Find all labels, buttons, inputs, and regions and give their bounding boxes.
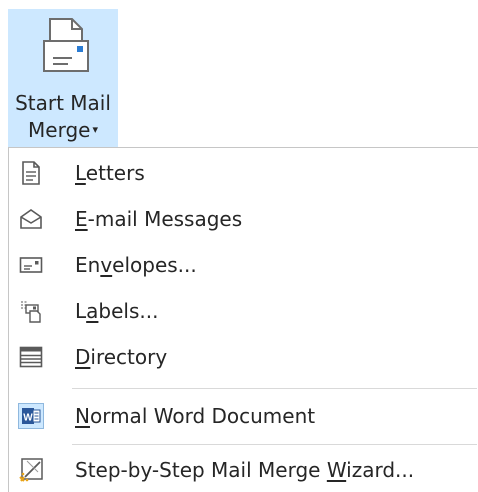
envelopes-icon	[17, 251, 45, 279]
email-messages-icon	[17, 205, 45, 233]
accelerator-key: W	[326, 458, 347, 482]
start-mail-merge-button[interactable]: Start Mail Merge ▾	[8, 9, 118, 147]
menu-item-envelopes[interactable]: Envelopes...	[9, 242, 478, 288]
merge-label: Merge	[28, 118, 91, 142]
accelerator-key: E	[75, 207, 88, 231]
menu-item-label: Envelopes...	[75, 253, 197, 277]
menu-item-normal-word-document[interactable]: W Normal Word Document	[9, 393, 478, 439]
label-text: irectory	[90, 345, 168, 369]
menu-item-label: Normal Word Document	[75, 404, 315, 428]
start-mail-merge-label-line1: Start Mail	[15, 91, 111, 115]
start-mail-merge-label-line2: Merge ▾	[8, 118, 118, 142]
label-text: ormal Word Document	[89, 404, 316, 428]
menu-item-email-messages[interactable]: E-mail Messages	[9, 196, 478, 242]
svg-text:W: W	[23, 413, 33, 424]
start-mail-merge-icon	[38, 15, 94, 85]
label-text: L	[75, 299, 87, 323]
label-text: elopes...	[112, 253, 197, 277]
labels-icon	[17, 297, 45, 325]
chevron-down-icon: ▾	[92, 123, 98, 136]
menu-item-labels[interactable]: Labels...	[9, 288, 478, 334]
menu-item-label: Labels...	[75, 299, 158, 323]
word-document-icon: W	[17, 402, 45, 430]
label-text: -mail Messages	[87, 207, 243, 231]
accelerator-key: N	[75, 404, 90, 428]
accelerator-key: L	[75, 161, 86, 185]
directory-icon	[17, 343, 45, 371]
accelerator-key: D	[75, 345, 91, 369]
menu-item-label: Directory	[75, 345, 167, 369]
letters-icon	[17, 159, 45, 187]
accelerator-key: a	[86, 299, 99, 323]
label-text: En	[75, 253, 101, 277]
start-mail-merge-menu: Letters E-mail Messages Envelopes... Lab…	[8, 147, 478, 492]
menu-item-label: E-mail Messages	[75, 207, 242, 231]
label-text: Step-by-Step Mail Merge	[75, 458, 327, 482]
menu-item-letters[interactable]: Letters	[9, 150, 478, 196]
accelerator-key: v	[100, 253, 113, 277]
menu-item-mail-merge-wizard[interactable]: Step-by-Step Mail Merge Wizard...	[9, 447, 478, 492]
menu-item-label: Letters	[75, 161, 145, 185]
label-text: bels...	[98, 299, 159, 323]
menu-item-directory[interactable]: Directory	[9, 334, 478, 380]
mail-merge-dropdown-screen: Start Mail Merge ▾ Letters E-mail Messag…	[0, 0, 478, 492]
label-text: izard...	[346, 458, 415, 482]
menu-separator	[72, 444, 477, 445]
menu-separator	[72, 388, 477, 389]
wizard-icon	[17, 456, 45, 484]
label-text: etters	[85, 161, 145, 185]
menu-item-label: Step-by-Step Mail Merge Wizard...	[75, 458, 414, 482]
